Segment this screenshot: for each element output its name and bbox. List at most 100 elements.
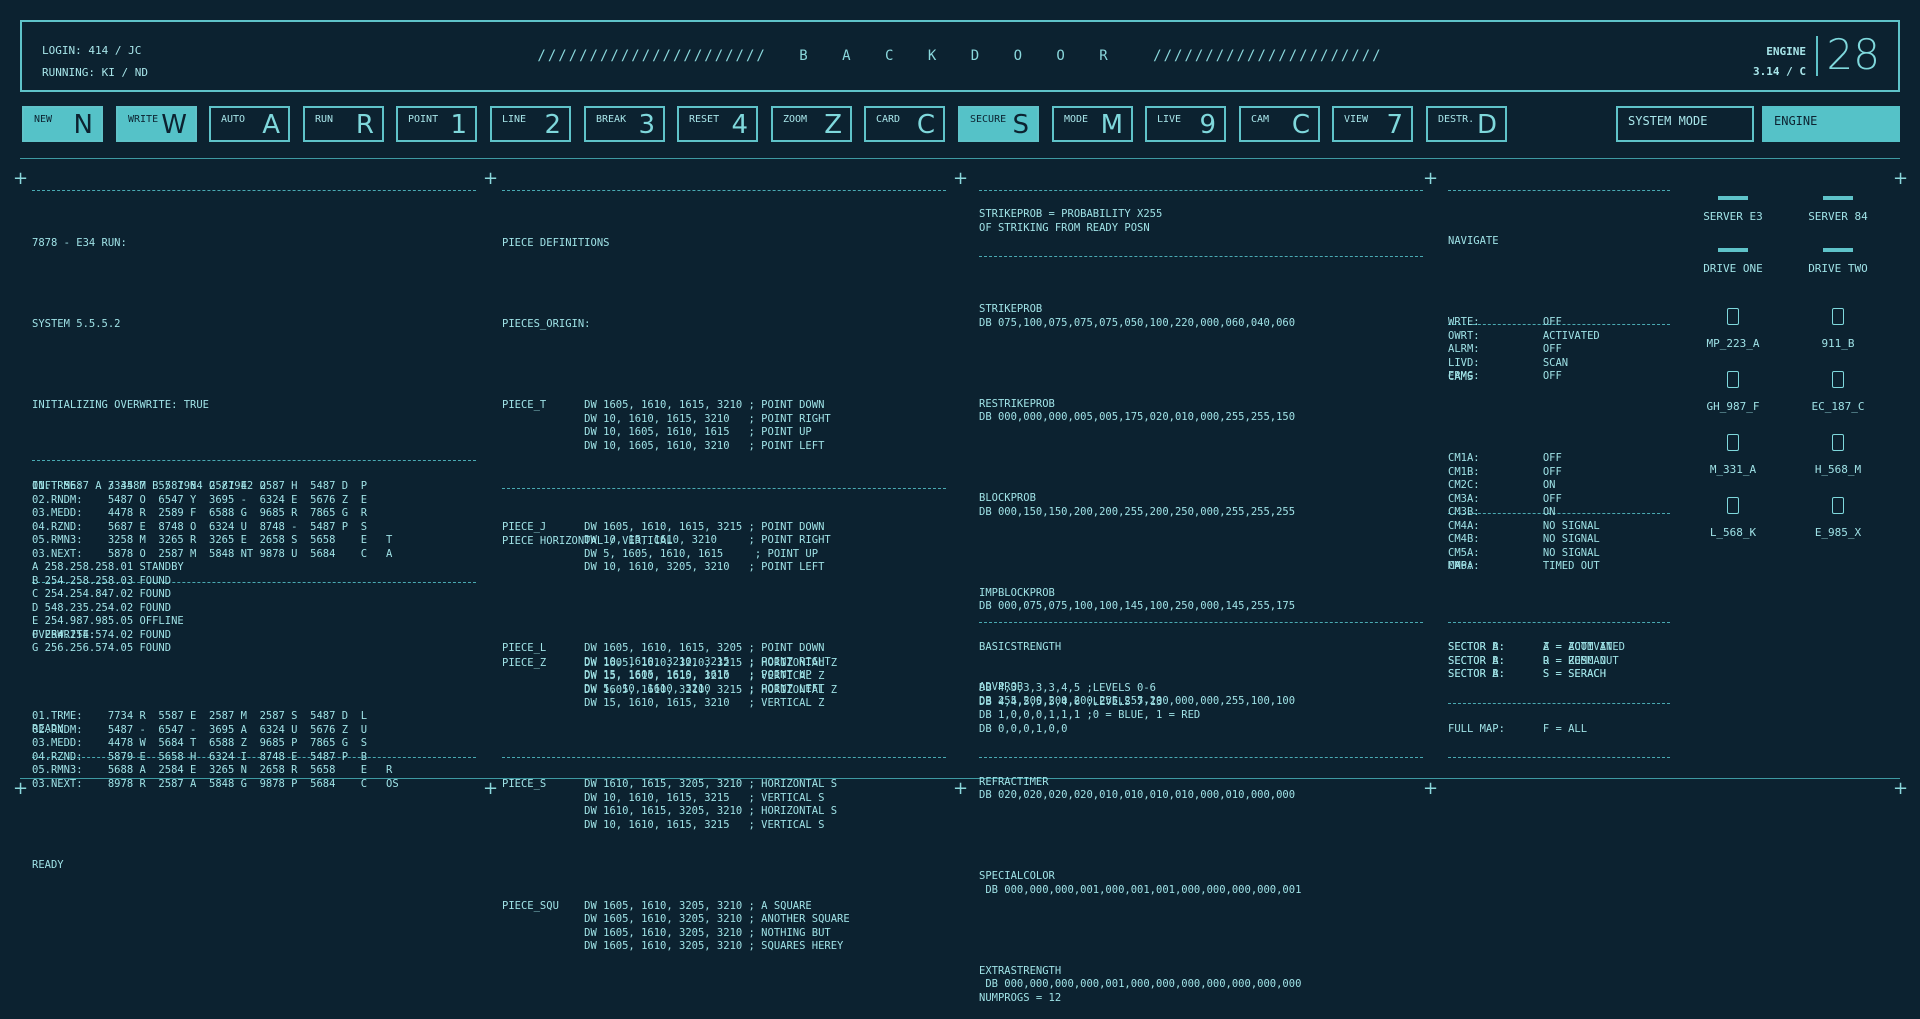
fkey-break-button[interactable]: BREAK 3 (584, 106, 665, 142)
full-map-line: FULL MAP: F = ALL (1448, 723, 1588, 735)
plus-marker: + (1893, 168, 1909, 189)
piece-orientation-heading: PIECE HORIZONTAL / VERTICAL (502, 535, 673, 547)
fkey-label: LIVE (1157, 114, 1182, 125)
plus-marker: + (1423, 168, 1439, 189)
drive-indicator (1718, 248, 1748, 252)
server-e3[interactable]: SERVER E3 (1678, 196, 1788, 223)
engine-mode-button[interactable]: ENGINE (1762, 106, 1900, 142)
engine-mode-label: ENGINE (1774, 114, 1818, 128)
fkey-card-button[interactable]: CARD C (864, 106, 945, 142)
fkey-label: CAM (1251, 114, 1270, 125)
fkey-label: RUN (315, 114, 334, 125)
map-heading: MAP: (1448, 560, 1474, 572)
fkey-label: LINE (502, 114, 527, 125)
sector-b-list: SECTOR B: A = ACTIVATED SECTOR B: R = RE… (1448, 641, 1626, 680)
plus-marker: + (13, 778, 29, 799)
impblockprob-block: IMPBLOCKPROB DB 000,075,075,100,100,145,… (979, 586, 1296, 613)
piece-t-block: PIECE_T DW 1605, 1610, 1615, 3210 ; POIN… (502, 399, 831, 452)
engine-version: 3.14 / C (1753, 65, 1806, 78)
cam-label: GH_987_F (1706, 400, 1760, 413)
engine-label: ENGINE (1766, 45, 1806, 58)
dash-divider (32, 190, 476, 191)
fkey-label: VIEW (1344, 114, 1369, 125)
fkey-new-button[interactable]: NEW N (22, 106, 103, 142)
ready-status: READY (32, 858, 64, 871)
levels-block: DB 4,3,3,3,3,4,5 ;LEVELS 0-6 DB 4,4,5,5,… (979, 682, 1201, 735)
fkey-cam-button[interactable]: CAM C (1239, 106, 1320, 142)
strikeprob-block: STRIKEPROB DB 075,100,075,075,075,050,10… (979, 303, 1296, 329)
camera-icon (1727, 308, 1739, 325)
dash-divider (502, 190, 946, 191)
dash-divider (979, 256, 1423, 257)
cam-h-568-m[interactable]: H_568_M (1783, 434, 1893, 476)
cam-911-b[interactable]: 911_B (1783, 308, 1893, 350)
strikeprob-intro: STRIKEPROB = PROBABILITY X255 OF STRIKIN… (979, 208, 1163, 234)
camera-icon (1727, 434, 1739, 451)
dash-divider (1448, 757, 1670, 758)
piece-s-block: PIECE_S DW 1610, 1615, 3205, 3210 ; HORI… (502, 778, 838, 831)
fkey-point-button[interactable]: POINT 1 (396, 106, 477, 142)
server-84[interactable]: SERVER 84 (1783, 196, 1893, 223)
camera-icon (1727, 497, 1739, 514)
fkey-mode-button[interactable]: MODE M (1052, 106, 1133, 142)
restrikeprob-block: RESTRIKEPROB DB 000,000,000,005,005,175,… (979, 397, 1296, 424)
run-line: 7878 - E34 RUN: (32, 237, 127, 249)
server-indicator (1823, 196, 1853, 200)
header-frame: LOGIN: 414 / JC RUNNING: KI / ND ///////… (20, 20, 1900, 92)
engine-divider (1816, 36, 1818, 76)
system-line: SYSTEM 5.5.5.2 (32, 318, 121, 330)
fkey-live-button[interactable]: LIVE 9 (1145, 106, 1226, 142)
fkey-label: SECURE (970, 114, 1007, 125)
cam-m-331-a[interactable]: M_331_A (1678, 434, 1788, 476)
fkey-label: NEW (34, 114, 53, 125)
drive-one[interactable]: DRIVE ONE (1678, 248, 1788, 275)
cam-gh-987-f[interactable]: GH_987_F (1678, 371, 1788, 413)
cam-label: 911_B (1821, 337, 1855, 350)
fkey-zoom-button[interactable]: ZOOM Z (771, 106, 852, 142)
fkey-write-button[interactable]: WRITE W (116, 106, 197, 142)
plus-marker: + (13, 168, 29, 189)
cam-l-568-k[interactable]: L_568_K (1678, 497, 1788, 539)
piece-definitions-heading: PIECE DEFINITIONS (502, 237, 610, 249)
fkey-label: MODE (1064, 114, 1089, 125)
fkey-shortcut: S (1012, 110, 1029, 140)
fkey-destr-button[interactable]: DESTR. D (1426, 106, 1507, 142)
drive-two[interactable]: DRIVE TWO (1783, 248, 1893, 275)
cam-mp-223-a[interactable]: MP_223_A (1678, 308, 1788, 350)
plus-marker: + (1423, 778, 1439, 799)
trme-table: 01.TRME: 3334 M 5587 N 2587 E 2587 H 548… (32, 480, 393, 560)
cam-label: M_331_A (1709, 463, 1757, 476)
server-indicator (1718, 196, 1748, 200)
cam-label: EC_187_C (1811, 400, 1865, 413)
fkey-label: BREAK (596, 114, 627, 125)
specialcolor-block: SPECIALCOLOR DB 000,000,000,001,000,001,… (979, 870, 1302, 896)
cam-e-985-x[interactable]: E_985_X (1783, 497, 1893, 539)
fkey-label: POINT (408, 114, 439, 125)
title-text: B A C K D O O R (799, 48, 1121, 64)
cam-ec-187-c[interactable]: EC_187_C (1783, 371, 1893, 413)
drive-label: DRIVE ONE (1703, 262, 1763, 275)
fkey-secure-button[interactable]: SECURE S (958, 106, 1039, 142)
drive-label: DRIVE TWO (1808, 262, 1868, 275)
navigate-heading: NAVIGATE (1448, 235, 1499, 247)
fkey-auto-button[interactable]: AUTO A (209, 106, 290, 142)
cam-label: H_568_M (1814, 463, 1862, 476)
fkey-shortcut: D (1476, 110, 1497, 140)
dash-divider (1448, 703, 1670, 704)
camera-icon (1727, 371, 1739, 388)
app-title: ////////////////////// B A C K D O O R /… (22, 48, 1898, 64)
plus-marker: + (1893, 778, 1909, 799)
fkey-label: AUTO (221, 114, 246, 125)
fkey-shortcut: 4 (731, 110, 748, 140)
cam-label: L_568_K (1709, 526, 1757, 539)
fkey-run-button[interactable]: RUN R (303, 106, 384, 142)
fkey-reset-button[interactable]: RESET 4 (677, 106, 758, 142)
extrastrength-block: EXTRASTRENGTH DB 000,000,000,000,001,000… (979, 964, 1302, 1004)
fkey-shortcut: Z (824, 110, 842, 140)
fkey-line-button[interactable]: LINE 2 (490, 106, 571, 142)
system-mode-button[interactable]: SYSTEM MODE (1616, 106, 1754, 142)
fkey-view-button[interactable]: VIEW 7 (1332, 106, 1413, 142)
top-divider (20, 158, 1900, 159)
plus-marker: + (483, 168, 499, 189)
fkey-shortcut: R (355, 110, 374, 140)
